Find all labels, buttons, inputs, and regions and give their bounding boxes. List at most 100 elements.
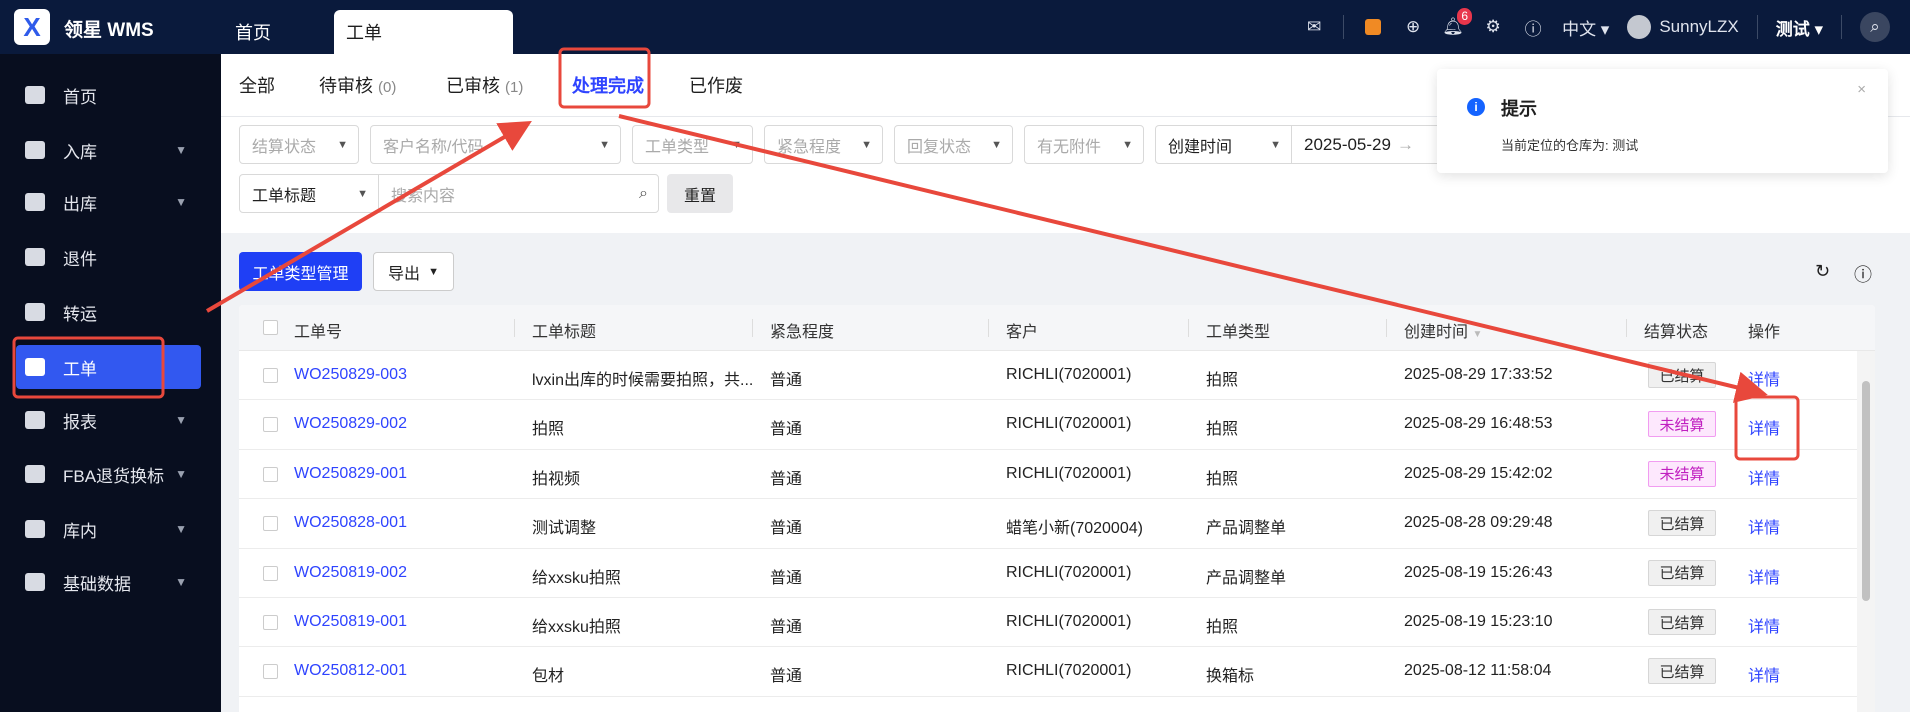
customer-select[interactable]: 客户名称/代码 ▼ — [370, 125, 621, 164]
sidebar-item-transfer[interactable]: 转运 — [16, 290, 201, 334]
type-select[interactable]: 工单类型 ▼ — [632, 125, 753, 164]
sidebar-item-inventory[interactable]: 库内 ▼ — [16, 507, 201, 551]
column-header: 紧急程度 — [770, 324, 835, 341]
home-icon — [25, 86, 45, 104]
sort-created-time[interactable]: 创建时间 ▼ — [1404, 318, 1482, 342]
bell-icon[interactable]: 🔔︎ 6 — [1442, 8, 1473, 38]
sidebar-item-label: 基础数据 — [63, 574, 131, 594]
help-icon[interactable]: ⓘ — [1522, 16, 1544, 39]
row-checkbox[interactable] — [263, 565, 278, 581]
detail-link[interactable]: 详情 — [1748, 465, 1780, 489]
tab-pending-review[interactable]: 待审核 (0) — [319, 72, 396, 98]
sidebar: 首页 入库 ▼ 出库 ▼ 退件 转运 工单 报表 ▼ FBA退货换标 ▼ 库内 ▼ 基础数… — [0, 54, 221, 712]
reset-button[interactable]: 重置 — [667, 174, 733, 213]
row-checkbox[interactable] — [263, 368, 278, 383]
customer: RICHLI(7020001) — [1006, 366, 1132, 383]
detail-link[interactable]: 详情 — [1748, 662, 1780, 686]
workorder-number-link[interactable]: WO250829-001 — [294, 465, 407, 483]
tab-completed[interactable]: 处理完成 — [572, 72, 644, 98]
sidebar-item-label: 入库 — [63, 142, 97, 162]
help-icon[interactable]: ⓘ — [1854, 261, 1872, 287]
sidebar-item-basic-data[interactable]: 基础数据 ▼ — [16, 560, 201, 604]
row-checkbox[interactable] — [263, 516, 278, 532]
select-placeholder: 有无附件 — [1037, 138, 1102, 156]
tab-all[interactable]: 全部 — [239, 72, 275, 98]
tab-voided[interactable]: 已作废 — [689, 72, 743, 98]
warehouse-selector[interactable]: 测试 ▾ — [1776, 15, 1823, 40]
tab-reviewed[interactable]: 已审核 (1) — [446, 72, 523, 98]
urgency: 普通 — [770, 668, 803, 686]
sidebar-item-label: 工单 — [63, 359, 97, 379]
select-placeholder: 回复状态 — [907, 138, 972, 156]
table-row: WO250828-001 测试调整 普通 蜡笔小新(7020004) 产品调整单… — [239, 499, 1857, 549]
close-icon[interactable]: × — [1857, 81, 1866, 98]
detail-link[interactable]: 详情 — [1748, 366, 1780, 390]
info-icon: i — [1467, 98, 1485, 116]
avatar[interactable] — [1627, 15, 1652, 39]
workorder-number-link[interactable]: WO250819-001 — [294, 613, 407, 631]
urgency-select[interactable]: 紧急程度 ▼ — [764, 125, 883, 164]
search-icon[interactable]: ⌕ — [1860, 12, 1890, 42]
user-name[interactable]: SunnyLZX — [1659, 17, 1738, 37]
urgency: 普通 — [770, 372, 803, 389]
detail-link[interactable]: 详情 — [1748, 564, 1780, 588]
sidebar-item-home[interactable]: 首页 — [16, 73, 201, 117]
robot-icon[interactable] — [1362, 16, 1384, 38]
tab-label: 待审核 — [319, 76, 373, 96]
workorder-number-link[interactable]: WO250812-001 — [294, 662, 407, 680]
divider — [1626, 319, 1627, 337]
scrollbar[interactable] — [1857, 351, 1875, 712]
sidebar-item-inbound[interactable]: 入库 ▼ — [16, 128, 201, 172]
detail-link[interactable]: 详情 — [1748, 415, 1780, 439]
column-header: 创建时间 — [1404, 324, 1469, 341]
sidebar-item-outbound[interactable]: 出库 ▼ — [16, 180, 201, 224]
sidebar-item-returns[interactable]: 退件 — [16, 235, 201, 279]
search-field-select[interactable]: 工单标题 ▼ — [239, 174, 379, 213]
row-checkbox[interactable] — [263, 664, 278, 680]
select-all-checkbox[interactable] — [263, 320, 278, 335]
detail-link[interactable]: 详情 — [1748, 613, 1780, 637]
attachment-select[interactable]: 有无附件 ▼ — [1024, 125, 1144, 164]
workorder-table: 工单号 工单标题 紧急程度 客户 工单类型 创建时间 ▼ 结算状态 操作 WO2… — [239, 305, 1875, 712]
page-tab-home[interactable]: 首页 — [223, 10, 271, 54]
divider — [1386, 319, 1387, 337]
customer: RICHLI(7020001) — [1006, 464, 1132, 482]
row-checkbox[interactable] — [263, 615, 278, 630]
page-tab-workorder[interactable]: 工单 — [334, 10, 513, 54]
row-checkbox[interactable] — [263, 417, 278, 433]
detail-link[interactable]: 详情 — [1748, 514, 1780, 538]
chevron-down-icon: ▼ — [175, 143, 187, 157]
table-row: WO250819-001 给xxsku拍照 普通 RICHLI(7020001)… — [239, 598, 1857, 648]
reply-status-select[interactable]: 回复状态 ▼ — [894, 125, 1013, 164]
sidebar-item-workorder[interactable]: 工单 — [16, 345, 201, 389]
table-row: WO250812-001 包材 普通 RICHLI(7020001) 换箱标 2… — [239, 647, 1857, 697]
scrollbar-thumb[interactable] — [1862, 381, 1870, 601]
table-row: WO250829-002 拍照 普通 RICHLI(7020001) 拍照 20… — [239, 400, 1857, 450]
settle-status-badge: 已结算 — [1648, 559, 1716, 586]
language-selector[interactable]: 中文 ▾ — [1562, 15, 1609, 40]
return-package-icon — [25, 248, 45, 266]
workorder-number-link[interactable]: WO250829-002 — [294, 415, 407, 433]
settings-icon[interactable]: ⚙ — [1482, 16, 1504, 38]
settle-status-select[interactable]: 结算状态 ▼ — [239, 125, 359, 164]
column-header: 工单类型 — [1206, 324, 1271, 341]
sidebar-item-reports[interactable]: 报表 ▼ — [16, 398, 201, 442]
inbound-icon — [25, 141, 45, 159]
export-button[interactable]: 导出 ▼ — [373, 252, 454, 291]
sidebar-item-fba-relabel[interactable]: FBA退货换标 ▼ — [16, 452, 201, 496]
workorder-number-link[interactable]: WO250829-003 — [294, 366, 407, 384]
created-time: 2025-08-29 17:33:52 — [1404, 366, 1553, 383]
type-manage-button[interactable]: 工单类型管理 — [239, 252, 362, 291]
workorder-number-link[interactable]: WO250828-001 — [294, 514, 407, 532]
select-placeholder: 客户名称/代码 — [383, 138, 484, 156]
workorder-number-link[interactable]: WO250819-002 — [294, 564, 407, 582]
time-field-select[interactable]: 创建时间 ▼ — [1155, 125, 1292, 164]
row-checkbox[interactable] — [263, 466, 278, 482]
download-icon[interactable]: ⊕ — [1402, 16, 1424, 38]
search-input[interactable]: 搜索内容 ⌕ — [378, 174, 659, 213]
urgency: 普通 — [770, 470, 803, 488]
refresh-icon[interactable]: ↻ — [1815, 261, 1830, 282]
workorder-type: 产品调整单 — [1206, 569, 1287, 587]
inbox-icon[interactable]: ✉ — [1303, 16, 1325, 38]
chevron-down-icon: ▼ — [175, 522, 187, 536]
